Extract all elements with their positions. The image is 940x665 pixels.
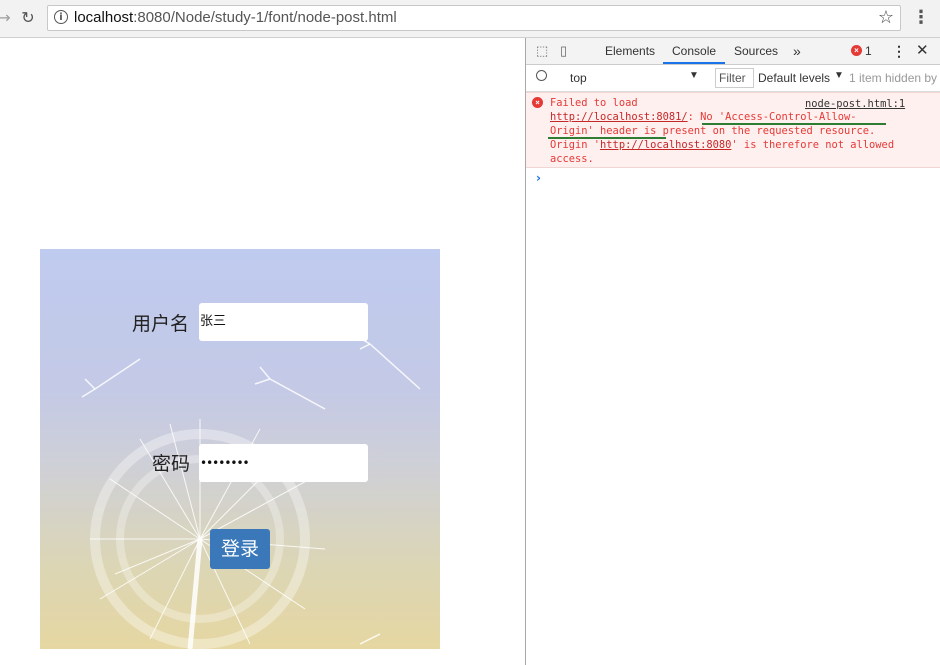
username-label: 用户名	[132, 314, 190, 335]
login-panel: 用户名 张三 密码 •••••••• 登录	[40, 249, 440, 649]
browser-menu-icon[interactable]: ⋮	[912, 7, 930, 29]
page-viewport: 用户名 张三 密码 •••••••• 登录	[0, 38, 525, 665]
error-origin-link[interactable]: http://localhost:8080	[600, 139, 731, 151]
error-source-link[interactable]: node-post.html:1	[805, 97, 905, 111]
context-selector[interactable]: top	[570, 71, 587, 85]
error-url-link[interactable]: http://localhost:8081/	[550, 111, 688, 123]
reload-icon[interactable]: ↻	[18, 8, 38, 28]
forward-icon[interactable]: →	[0, 8, 14, 28]
login-button[interactable]: 登录	[210, 529, 270, 569]
hidden-items-note: 1 item hidden by	[849, 71, 938, 85]
more-tabs-icon[interactable]: »	[793, 38, 801, 64]
tab-sources[interactable]: Sources	[734, 38, 778, 64]
devtools-menu-icon[interactable]: ⋮	[892, 38, 906, 64]
browser-toolbar: → ↻ i localhost:8080/Node/study-1/font/n…	[0, 0, 940, 38]
url-text: localhost:8080/Node/study-1/font/node-po…	[74, 9, 397, 26]
error-count[interactable]: 1	[865, 38, 872, 64]
device-toolbar-icon[interactable]: ▯	[560, 43, 567, 59]
close-devtools-icon[interactable]: ✕	[916, 38, 929, 64]
clear-console-icon[interactable]	[536, 70, 547, 81]
error-line-4b: ' is therefore not allowed	[731, 139, 895, 151]
tab-console[interactable]: Console	[663, 38, 726, 64]
console-prompt-icon[interactable]: ›	[536, 171, 541, 185]
levels-dropdown-icon[interactable]: ▼	[834, 70, 844, 81]
tab-elements[interactable]: Elements	[605, 38, 655, 64]
error-icon: ×	[532, 97, 543, 108]
info-icon[interactable]: i	[54, 10, 68, 24]
username-input[interactable]: 张三	[199, 303, 368, 341]
log-levels-select[interactable]: Default levels	[758, 71, 830, 85]
devtools-tabbar: ⬚ ▯ Elements Console Sources » × 1 ⋮ ✕	[526, 38, 940, 65]
error-line-1: Failed to load	[550, 97, 638, 109]
context-dropdown-icon[interactable]: ▼	[689, 70, 699, 81]
console-filter-bar: top ▼ Filter Default levels ▼ 1 item hid…	[526, 65, 940, 92]
error-count-icon[interactable]: ×	[851, 45, 862, 56]
annotation-underline	[702, 123, 886, 125]
error-line-3a: Origin' header is	[550, 125, 657, 137]
error-line-5: access.	[550, 153, 594, 165]
devtools-panel: ⬚ ▯ Elements Console Sources » × 1 ⋮ ✕ t…	[525, 38, 940, 665]
address-bar[interactable]: i localhost:8080/Node/study-1/font/node-…	[47, 5, 901, 31]
error-line-2: : No 'Access-Control-Allow-	[687, 111, 857, 123]
password-input[interactable]: ••••••••	[199, 444, 368, 482]
error-line-3b: present on the requested resource.	[656, 125, 876, 137]
console-error-message: × Failed to load node-post.html:1 http:/…	[526, 92, 940, 168]
filter-input[interactable]: Filter	[715, 68, 754, 88]
error-line-4a: Origin '	[550, 139, 601, 151]
bookmark-star-icon[interactable]: ☆	[878, 7, 894, 28]
password-label: 密码	[152, 454, 191, 475]
inspect-element-icon[interactable]: ⬚	[536, 43, 548, 59]
annotation-underline	[548, 137, 666, 139]
